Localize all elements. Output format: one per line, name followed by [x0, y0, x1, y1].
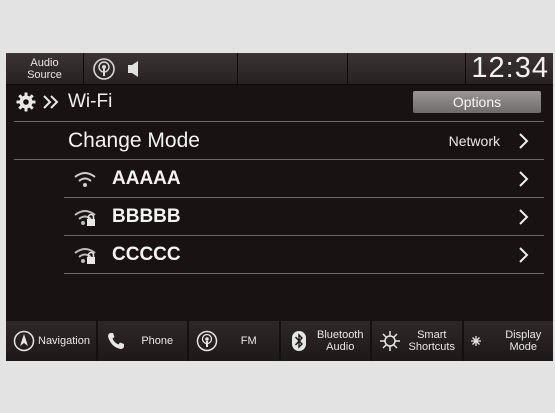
network-name: BBBBB	[112, 205, 181, 227]
smart-label-line1: Smart	[417, 329, 447, 341]
bluetooth-audio-button[interactable]: Bluetooth Audio	[280, 321, 370, 361]
bluetooth-label-line2: Audio	[326, 341, 355, 353]
phone-icon	[107, 333, 124, 349]
fm-radio-icon	[196, 330, 218, 352]
phone-label: Phone	[141, 335, 174, 347]
bluetooth-icon	[291, 331, 306, 351]
chevron-right-icon	[519, 170, 529, 187]
double-chevron-right-icon	[43, 95, 59, 109]
wifi-lock-icon	[74, 247, 96, 264]
change-mode-value: Network	[448, 133, 500, 149]
smart-shortcuts-icon	[380, 331, 400, 351]
head-unit-screen: Audio Source 12:34 Wi-Fi Options Change …	[6, 53, 553, 361]
chevron-right-icon	[519, 246, 529, 263]
audio-source-label-line1: Audio	[30, 57, 59, 69]
change-mode-label: Change Mode	[68, 129, 200, 152]
phone-button[interactable]: Phone	[97, 321, 187, 361]
status-bar: Audio Source 12:34	[6, 53, 553, 85]
fm-label: FM	[240, 335, 257, 347]
chevron-right-icon	[519, 208, 529, 225]
options-button[interactable]: Options	[413, 91, 541, 113]
smart-label-line2: Shortcuts	[408, 341, 455, 353]
network-name: CCCCC	[112, 243, 181, 265]
network-list-item[interactable]: BBBBB	[64, 198, 544, 235]
row-divider	[64, 273, 544, 274]
fm-signal-icon	[93, 57, 115, 80]
change-mode-row[interactable]: Change Mode Network	[14, 123, 544, 159]
page-header: Wi-Fi Options	[6, 85, 553, 121]
navigation-compass-icon	[13, 330, 35, 352]
display-label-line1: Display	[505, 329, 542, 341]
network-list-item[interactable]: AAAAA	[64, 160, 544, 197]
speaker-icon	[128, 60, 138, 77]
wifi-lock-icon	[74, 209, 96, 226]
bluetooth-label-line1: Bluetooth	[317, 329, 364, 341]
audio-source-button[interactable]: Audio Source	[6, 53, 84, 84]
status-slot	[238, 53, 348, 84]
status-slot	[348, 53, 466, 84]
navigation-button[interactable]: Navigation	[6, 321, 96, 361]
smart-shortcuts-button[interactable]: Smart Shortcuts	[372, 321, 462, 361]
settings-gear-icon	[16, 92, 36, 112]
day-night-icon	[470, 335, 492, 347]
chevron-right-icon	[519, 133, 529, 149]
fm-button[interactable]: FM	[189, 321, 279, 361]
page-title: Wi-Fi	[68, 91, 113, 112]
bottom-shortcut-bar: Navigation Phone FM Bluetooth Audio Smar…	[6, 321, 553, 361]
wifi-icon	[74, 171, 96, 187]
display-mode-button[interactable]: Display Mode	[463, 321, 553, 361]
navigation-label: Navigation	[38, 335, 90, 347]
display-label-line2: Mode	[509, 341, 538, 353]
header-divider	[14, 121, 544, 122]
network-name: AAAAA	[112, 167, 181, 189]
clock: 12:34	[471, 52, 549, 84]
network-list-item[interactable]: CCCCC	[64, 236, 544, 273]
audio-source-label-line2: Source	[27, 69, 62, 81]
breadcrumb[interactable]: Wi-Fi	[16, 91, 112, 113]
status-icons	[84, 53, 238, 84]
